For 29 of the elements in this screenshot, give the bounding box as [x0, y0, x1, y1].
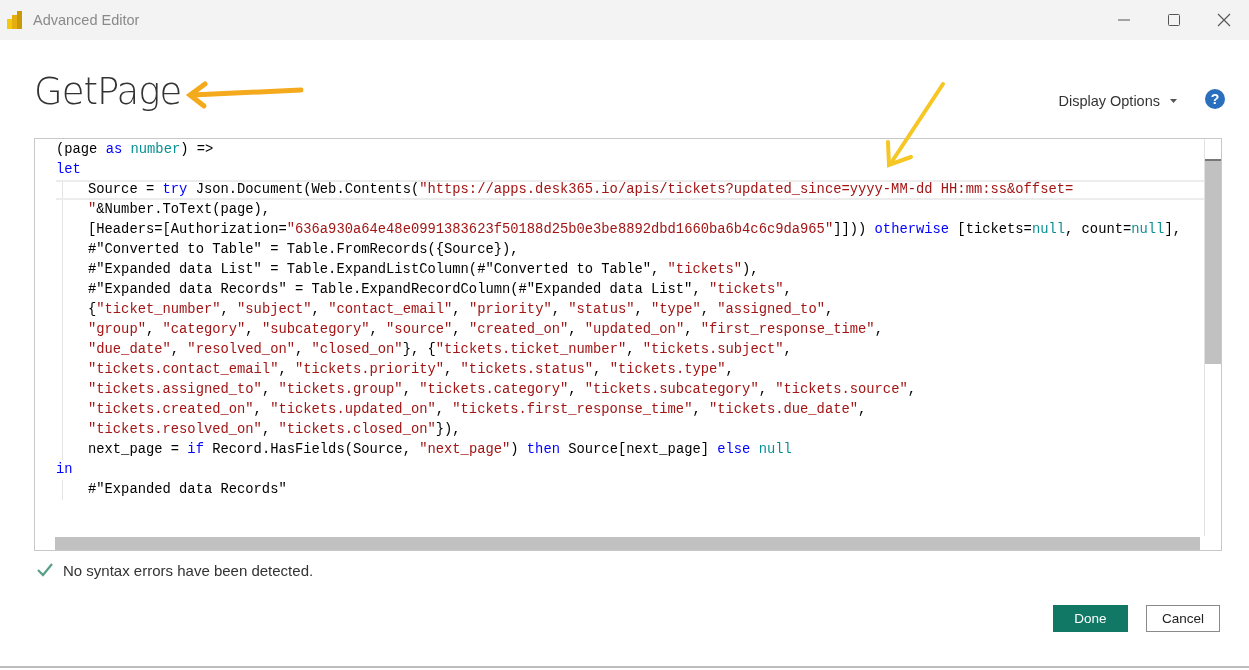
display-options-dropdown[interactable]: Display Options	[1058, 91, 1177, 111]
code-line: "group", "category", "subcategory", "source", "created_on", "updated_on", "first_response_time",	[56, 320, 1204, 340]
close-icon[interactable]	[1216, 12, 1232, 28]
maximize-icon[interactable]	[1166, 12, 1182, 28]
query-name-heading: GetPage	[34, 70, 182, 114]
code-line: #"Expanded data List" = Table.ExpandListColumn(#"Converted to Table", "tickets"),	[56, 260, 1204, 280]
code-line: #"Expanded data Records"	[56, 480, 1204, 500]
code-line: let	[56, 161, 82, 179]
status-message: No syntax errors have been detected.	[63, 561, 314, 579]
code-line: {"ticket_number", "subject", "contact_email", "priority", "status", "type", "assigned_to",	[56, 300, 1204, 320]
code-line: "due_date", "resolved_on", "closed_on"}, {"tickets.ticket_number", "tickets.subject",	[56, 340, 1204, 360]
code-line: #"Expanded data Records" = Table.ExpandRecordColumn(#"Expanded data List", "tickets",	[56, 280, 1204, 300]
window-title: Advanced Editor	[33, 12, 141, 28]
help-icon[interactable]: ?	[1205, 89, 1225, 109]
cancel-button[interactable]: Cancel	[1146, 605, 1220, 632]
code-line: "tickets.resolved_on", "tickets.closed_on"}),	[56, 420, 1204, 440]
code-line: next_page = if Record.HasFields(Source, "next_page") then Source[next_page] else null	[56, 440, 1204, 460]
caret-icon	[1170, 99, 1177, 103]
code-line: "tickets.created_on", "tickets.updated_on", "tickets.first_response_time", "tickets.due_date",	[56, 400, 1204, 420]
code-line: in	[56, 461, 74, 479]
code-line: "tickets.contact_email", "tickets.priority", "tickets.status", "tickets.type",	[56, 360, 1204, 380]
code-line: "&Number.ToText(page),	[56, 200, 1204, 220]
done-button[interactable]: Done	[1053, 605, 1128, 632]
bar-chart-logo-icon	[7, 11, 23, 29]
code-line: #"Converted to Table" = Table.FromRecords({Source}),	[56, 240, 1204, 260]
vertical-scrollbar[interactable]	[1204, 139, 1221, 536]
code-line: "tickets.assigned_to", "tickets.group", "tickets.category", "tickets.subcategory", "tickets.source",	[56, 380, 1204, 400]
code-line: [Headers=[Authorization="636a930a64e48e0991383623f50188d25b0e3be8892dbd1660ba6b4c6c9da965"]])) otherwise [tickets=null, count=null],	[56, 220, 1204, 240]
code-line: (page as number) =>	[56, 141, 215, 159]
